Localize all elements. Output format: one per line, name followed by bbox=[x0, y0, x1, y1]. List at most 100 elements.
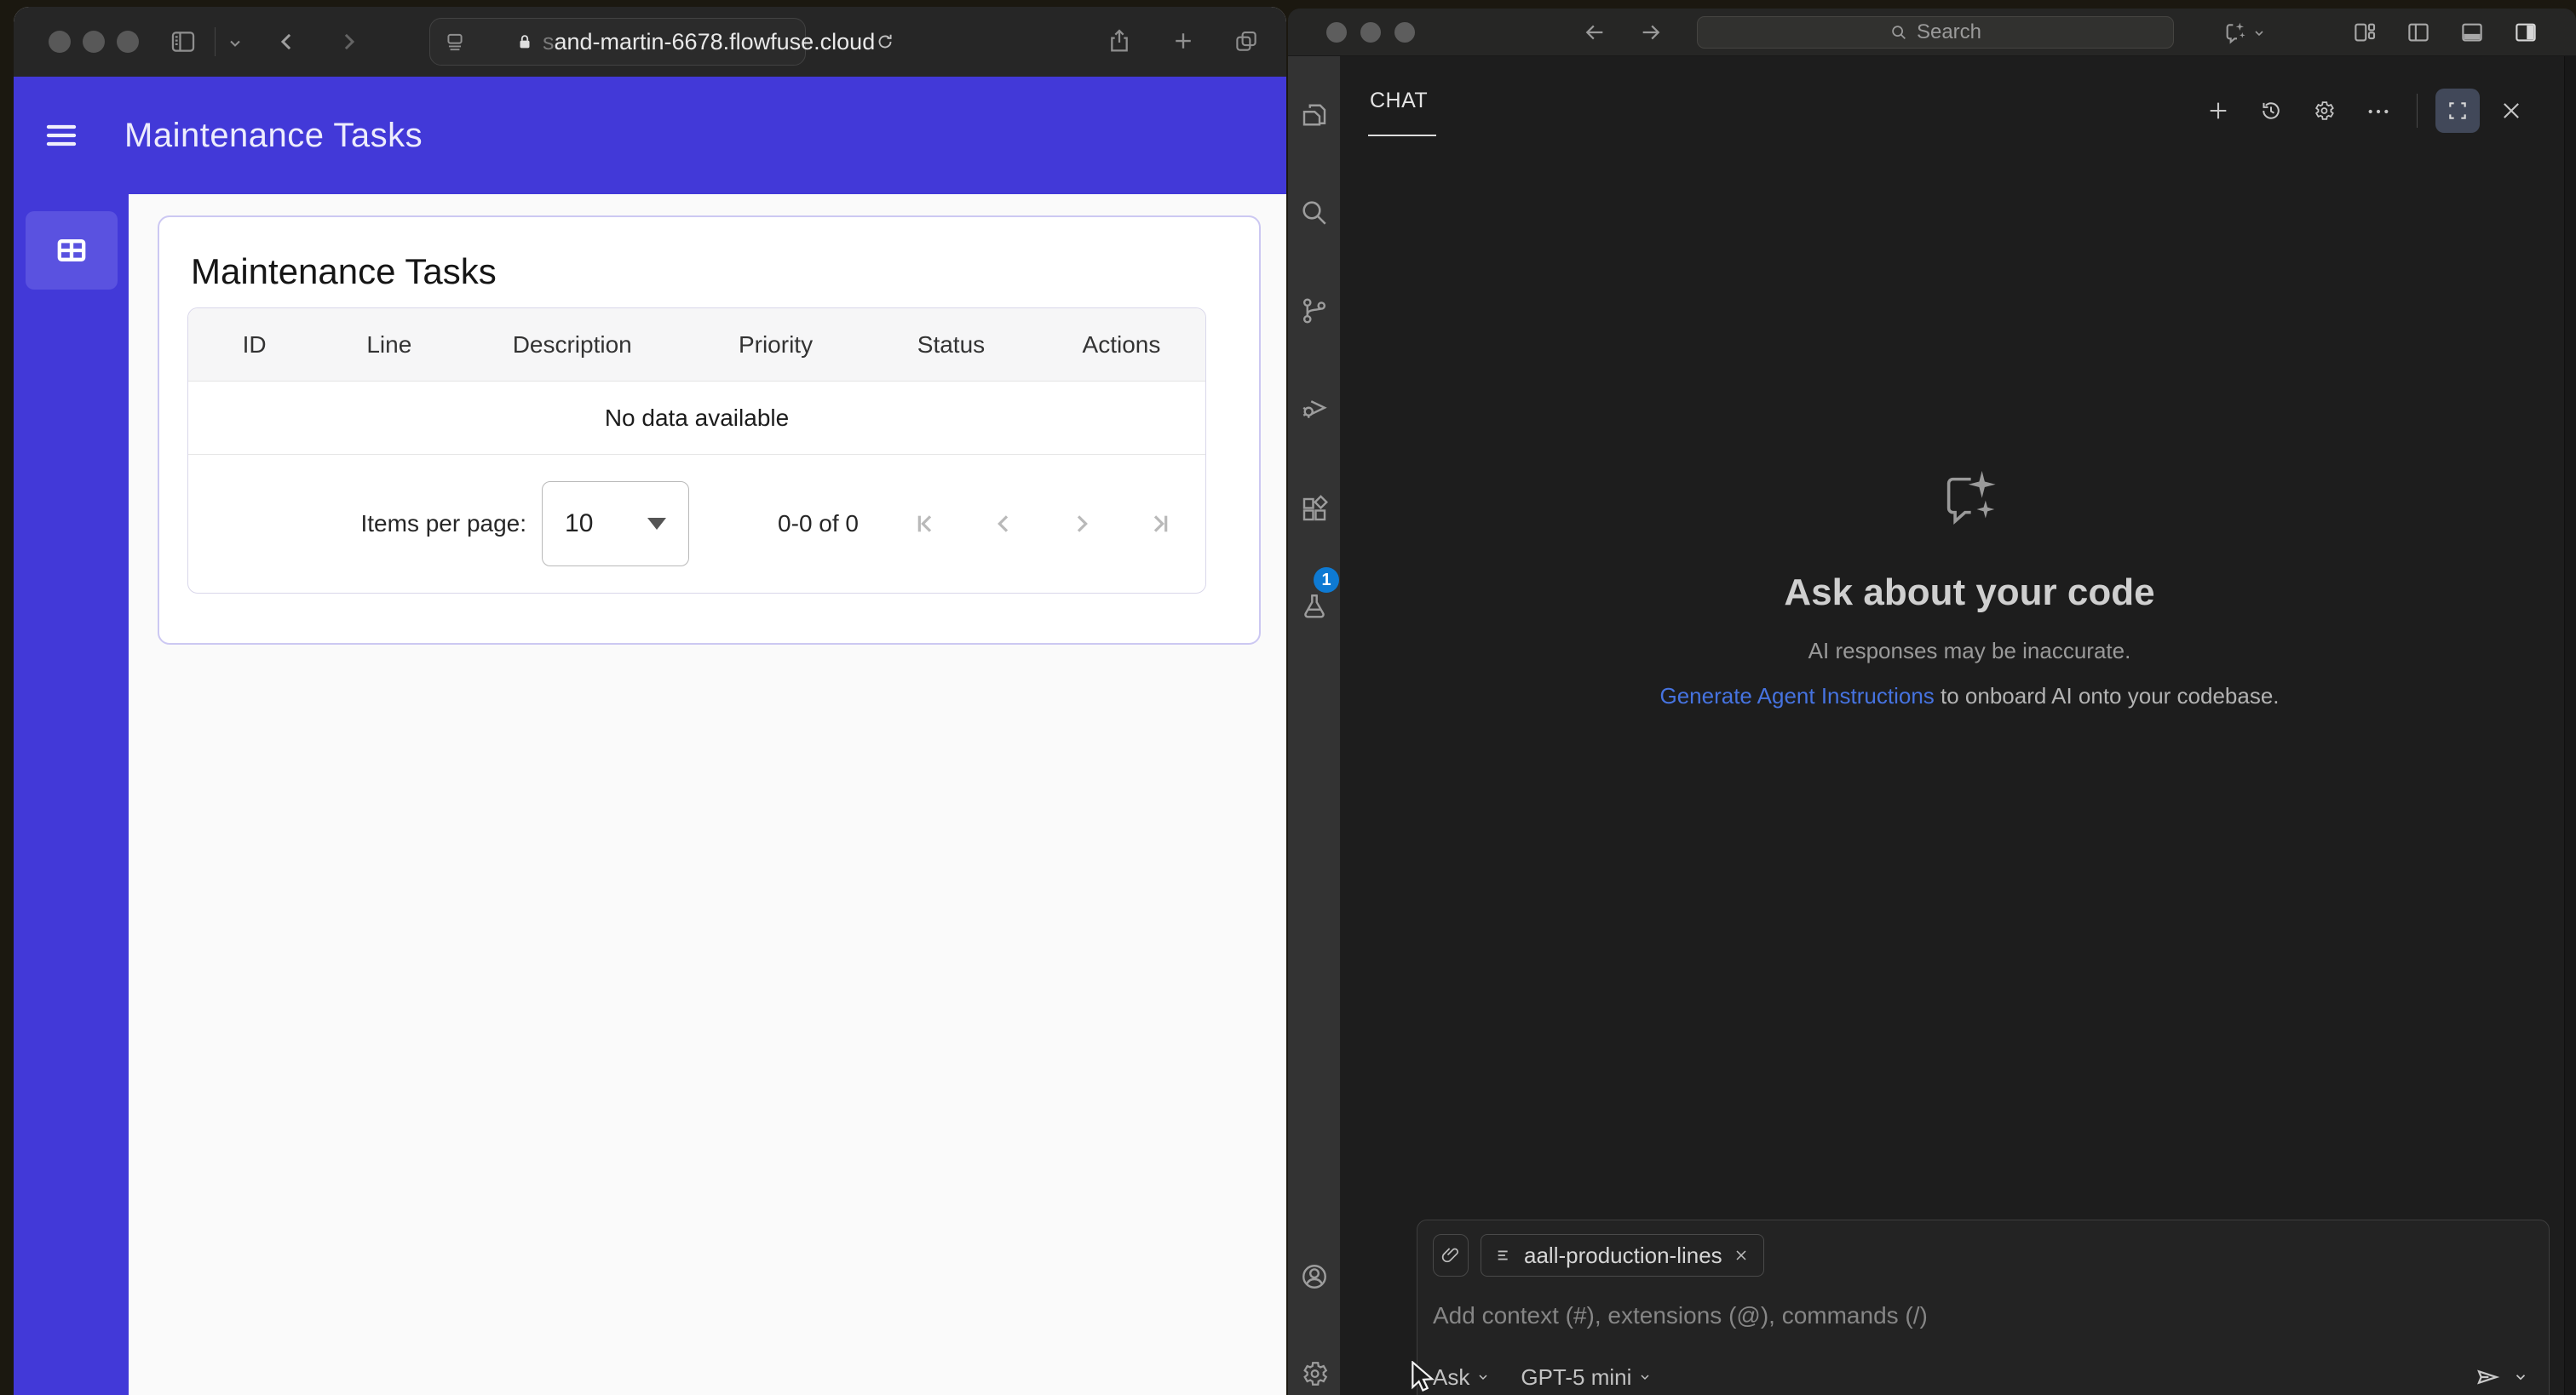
empty-state-title: Ask about your code bbox=[1784, 571, 2155, 613]
scrollbar-gutter[interactable] bbox=[2564, 56, 2576, 1395]
command-center-search[interactable]: Search bbox=[1697, 16, 2174, 49]
sidebar-chevron-icon[interactable] bbox=[227, 35, 244, 52]
more-actions-icon[interactable] bbox=[2366, 106, 2390, 118]
column-status: Status bbox=[917, 330, 986, 358]
app-content: Maintenance Tasks ID Line Description Pr… bbox=[129, 194, 1286, 1395]
menu-hamburger-icon[interactable] bbox=[44, 121, 78, 150]
desktop: sand-martin-6678.flowfuse.cloud Maintena… bbox=[0, 0, 2576, 1395]
page-settings-icon[interactable] bbox=[444, 31, 466, 53]
vscode-zoom-button[interactable] bbox=[1394, 22, 1415, 43]
chat-empty-state: Ask about your code AI responses may be … bbox=[1375, 467, 2564, 709]
last-page-button[interactable] bbox=[1141, 505, 1179, 542]
explorer-icon[interactable] bbox=[1299, 100, 1330, 130]
traffic-zoom-button[interactable] bbox=[117, 31, 139, 53]
vscode-minimize-button[interactable] bbox=[1360, 22, 1381, 43]
extensions-icon[interactable] bbox=[1299, 494, 1330, 525]
prev-page-button[interactable] bbox=[985, 505, 1022, 542]
browser-toolbar: sand-martin-6678.flowfuse.cloud bbox=[14, 7, 1286, 77]
chat-input-placeholder[interactable]: Add context (#), extensions (@), command… bbox=[1433, 1302, 2533, 1329]
share-icon[interactable] bbox=[1106, 27, 1133, 55]
chat-input-box[interactable]: aall-production-lines Add context (#), e… bbox=[1417, 1220, 2550, 1395]
header-separator bbox=[2417, 94, 2418, 128]
nav-forward-icon[interactable] bbox=[1639, 20, 1663, 44]
toolbar-divider bbox=[215, 27, 216, 56]
tab-overview-icon[interactable] bbox=[1233, 28, 1259, 54]
accounts-icon[interactable] bbox=[1299, 1261, 1330, 1292]
vscode-close-button[interactable] bbox=[1326, 22, 1347, 43]
table-grid-icon bbox=[55, 233, 89, 267]
empty-state-hint: Generate Agent Instructions to onboard A… bbox=[1659, 683, 2280, 709]
toggle-panel-icon[interactable] bbox=[2459, 20, 2485, 45]
chip-remove-icon[interactable] bbox=[1733, 1247, 1750, 1264]
model-picker[interactable]: GPT-5 mini bbox=[1521, 1364, 1652, 1391]
next-page-button[interactable] bbox=[1063, 505, 1101, 542]
select-caret-icon bbox=[647, 518, 667, 530]
table-header-row: ID Line Description Priority Status Acti… bbox=[188, 308, 1205, 382]
empty-state-text: No data available bbox=[188, 382, 1205, 455]
context-chip[interactable]: aall-production-lines bbox=[1481, 1234, 1764, 1277]
attach-context-button[interactable] bbox=[1433, 1234, 1469, 1277]
toggle-secondary-sidebar-icon[interactable] bbox=[2513, 20, 2539, 45]
maximize-panel-button[interactable] bbox=[2435, 89, 2480, 133]
testing-icon[interactable] bbox=[1299, 591, 1330, 622]
app-header-title: Maintenance Tasks bbox=[124, 116, 423, 154]
tasks-table: ID Line Description Priority Status Acti… bbox=[187, 307, 1206, 594]
chevron-down-icon bbox=[1641, 1375, 1649, 1381]
sidebar-toggle-icon[interactable] bbox=[169, 27, 198, 56]
chat-settings-icon[interactable] bbox=[2312, 99, 2336, 123]
url-text: sand-martin-6678.flowfuse.cloud bbox=[543, 28, 876, 55]
search-icon bbox=[1889, 23, 1908, 42]
send-options-chevron-icon[interactable] bbox=[2513, 1369, 2528, 1385]
column-priority: Priority bbox=[738, 330, 814, 358]
page-size-select[interactable]: 10 bbox=[542, 481, 690, 566]
back-button[interactable] bbox=[274, 29, 300, 55]
chat-panel: CHAT Ask about your code AI responses ma… bbox=[1341, 56, 2564, 1395]
list-lines-icon bbox=[1495, 1246, 1514, 1265]
chat-tab[interactable]: CHAT bbox=[1370, 89, 1428, 113]
empty-state-subtitle: AI responses may be inaccurate. bbox=[1808, 638, 2131, 663]
sidebar-item-table[interactable] bbox=[26, 211, 118, 290]
search-placeholder: Search bbox=[1916, 20, 1982, 43]
search-view-icon[interactable] bbox=[1299, 198, 1330, 228]
run-debug-icon[interactable] bbox=[1299, 392, 1330, 422]
settings-gear-icon[interactable] bbox=[1299, 1358, 1330, 1389]
close-panel-icon[interactable] bbox=[2499, 99, 2523, 123]
forward-button[interactable] bbox=[336, 29, 361, 55]
source-control-icon[interactable] bbox=[1299, 296, 1330, 326]
reload-icon[interactable] bbox=[875, 32, 895, 52]
mouse-cursor bbox=[1409, 1361, 1438, 1393]
traffic-close-button[interactable] bbox=[49, 31, 71, 53]
column-actions: Actions bbox=[1082, 330, 1161, 358]
column-id: ID bbox=[242, 330, 267, 358]
maintenance-card: Maintenance Tasks ID Line Description Pr… bbox=[158, 215, 1261, 645]
activity-bar: 1 bbox=[1288, 56, 1341, 1395]
new-tab-icon[interactable] bbox=[1170, 28, 1196, 54]
column-line: Line bbox=[366, 330, 412, 358]
url-bar[interactable]: sand-martin-6678.flowfuse.cloud bbox=[429, 18, 892, 66]
copilot-menu-icon[interactable] bbox=[2222, 19, 2263, 46]
context-chip-label: aall-production-lines bbox=[1524, 1242, 1722, 1268]
vscode-window: Search 1 CHAT Ask about your code AI res… bbox=[1288, 9, 2576, 1395]
generate-instructions-link[interactable]: Generate Agent Instructions bbox=[1659, 683, 1934, 709]
nav-back-icon[interactable] bbox=[1583, 20, 1607, 44]
table-pagination: Items per page: 10 0-0 of 0 bbox=[188, 455, 1205, 593]
pagination-range: 0-0 of 0 bbox=[778, 510, 859, 537]
customize-layout-icon[interactable] bbox=[2352, 20, 2378, 45]
app-sidebar bbox=[14, 194, 129, 1395]
lock-icon bbox=[515, 32, 534, 51]
safari-window: sand-martin-6678.flowfuse.cloud Maintena… bbox=[14, 7, 1286, 1395]
mode-picker[interactable]: Ask bbox=[1433, 1364, 1490, 1391]
vscode-titlebar: Search bbox=[1288, 9, 2576, 56]
extensions-badge: 1 bbox=[1314, 567, 1339, 593]
chat-history-icon[interactable] bbox=[2259, 99, 2283, 123]
first-page-button[interactable] bbox=[906, 505, 944, 542]
chevron-down-icon bbox=[1479, 1375, 1487, 1381]
traffic-minimize-button[interactable] bbox=[83, 31, 105, 53]
items-per-page-label: Items per page: bbox=[360, 510, 527, 537]
new-chat-icon[interactable] bbox=[2206, 99, 2230, 123]
card-title: Maintenance Tasks bbox=[191, 251, 497, 291]
send-button[interactable] bbox=[2474, 1363, 2501, 1391]
app-header: Maintenance Tasks bbox=[14, 77, 1286, 194]
column-description: Description bbox=[512, 330, 632, 358]
toggle-primary-sidebar-icon[interactable] bbox=[2406, 20, 2431, 45]
